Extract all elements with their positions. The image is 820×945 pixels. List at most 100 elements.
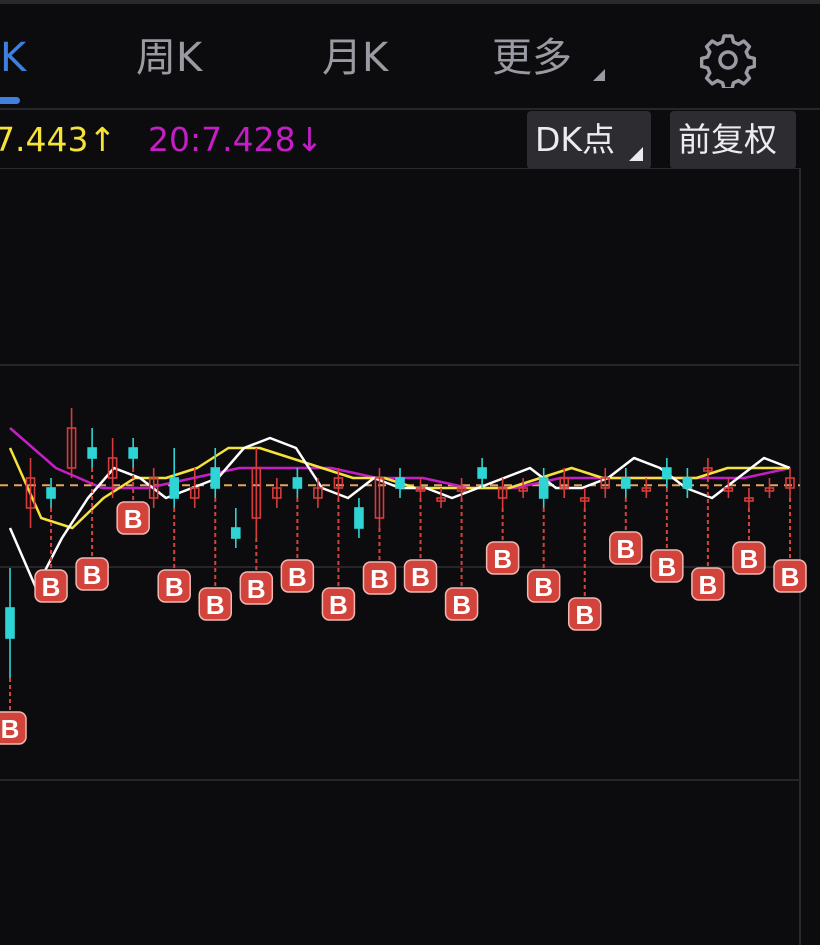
buy-marker-label: B <box>781 562 800 592</box>
candle <box>641 478 652 498</box>
candle <box>764 478 775 498</box>
buy-marker-label: B <box>124 504 143 534</box>
candle <box>313 478 323 508</box>
buy-marker-label: B <box>42 572 61 602</box>
buy-marker-label: B <box>657 552 676 582</box>
candle-body <box>538 477 549 499</box>
candle <box>292 468 303 498</box>
candle <box>518 478 528 498</box>
buy-marker: B <box>485 508 520 575</box>
candle-body <box>682 477 693 489</box>
candle <box>25 458 36 528</box>
candle <box>497 478 508 508</box>
candle <box>46 478 56 508</box>
kline-chart[interactable]: BB BBBBB BBB BBBBBBBBBB <box>0 168 820 945</box>
candle-body <box>46 487 56 499</box>
triangle-icon <box>593 69 605 81</box>
candle <box>436 488 446 508</box>
buy-marker-label: B <box>247 574 266 604</box>
buy-marker: B <box>321 498 356 621</box>
candle-body <box>354 507 364 529</box>
dk-point-button[interactable]: DK点 <box>527 111 651 169</box>
candle <box>251 448 262 538</box>
candle <box>128 438 138 468</box>
candle <box>744 488 754 508</box>
buy-marker-label: B <box>575 600 594 630</box>
buy-marker: B <box>403 498 438 593</box>
buy-marker: B <box>34 508 68 603</box>
buy-marker: B <box>567 508 602 631</box>
buy-marker: B <box>157 508 191 603</box>
candle <box>189 468 200 508</box>
candle-body <box>477 467 487 479</box>
buy-marker-label: B <box>1 714 20 744</box>
candle <box>662 458 672 488</box>
candle-body <box>230 527 241 539</box>
candle <box>5 568 15 678</box>
buy-marker: B <box>732 508 766 575</box>
tab-month-k[interactable]: 月K <box>322 34 388 82</box>
buy-marker: B <box>609 498 643 565</box>
buy-marker-label: B <box>165 572 184 602</box>
buy-marker: B <box>650 488 684 583</box>
buy-marker-label: B <box>452 590 471 620</box>
candle-body <box>210 467 221 489</box>
header-divider <box>0 108 820 110</box>
buy-marker-label: B <box>616 534 635 564</box>
candle <box>272 478 282 508</box>
buy-marker-label: B <box>288 562 307 592</box>
candle <box>620 468 631 498</box>
candle <box>600 468 611 498</box>
candle <box>87 428 97 468</box>
tab-day-k[interactable]: K <box>0 34 26 82</box>
buy-marker: B <box>362 528 397 595</box>
candle-body <box>395 477 405 489</box>
tab-more[interactable]: 更多 <box>492 34 572 82</box>
dk-point-label: DK点 <box>535 120 616 159</box>
candle <box>66 408 77 478</box>
candle-body <box>87 447 97 459</box>
buy-marker-label: B <box>83 560 102 590</box>
triangle-icon <box>629 147 643 161</box>
candle <box>785 468 795 498</box>
candle-body <box>292 477 303 489</box>
candle <box>230 508 241 548</box>
candle-body <box>620 477 631 489</box>
buy-marker-label: B <box>411 562 430 592</box>
ma20-value: 20:7.428↓ <box>148 120 324 159</box>
candle-body <box>128 447 138 459</box>
candle-body <box>5 607 15 639</box>
ma10-value: 7.443↑ <box>0 120 117 159</box>
candle-body <box>662 467 672 479</box>
buy-marker: B <box>239 538 274 605</box>
candle <box>415 478 426 498</box>
candle-body <box>169 477 180 499</box>
buy-marker-label: B <box>493 544 512 574</box>
candle <box>682 468 693 498</box>
buy-marker-label: B <box>206 590 225 620</box>
buy-marker-label: B <box>370 564 389 594</box>
candle <box>723 478 734 498</box>
buy-marker: B <box>526 508 561 603</box>
candle <box>169 448 180 508</box>
buy-marker-label: B <box>329 590 348 620</box>
gear-icon[interactable] <box>700 32 756 88</box>
buy-marker: B <box>280 498 315 593</box>
candle <box>477 458 487 488</box>
buy-marker-label: B <box>740 544 759 574</box>
buy-markers: BB BBBBB BBB BBBBBBBBBB <box>0 468 807 745</box>
period-tabs: K 周K 月K 更多 <box>0 4 820 108</box>
buy-marker: B <box>0 678 27 745</box>
buy-marker-label: B <box>699 570 718 600</box>
tab-week-k[interactable]: 周K <box>136 34 202 82</box>
buy-marker: B <box>75 468 109 591</box>
buy-marker: B <box>773 498 807 593</box>
candle <box>538 468 549 508</box>
candlesticks <box>5 408 795 678</box>
buy-marker-label: B <box>534 572 553 602</box>
forward-adjust-button[interactable]: 前复权 <box>670 111 796 169</box>
buy-marker: B <box>198 498 233 621</box>
candle <box>354 498 364 538</box>
active-tab-indicator <box>0 97 20 104</box>
candle <box>395 468 405 498</box>
